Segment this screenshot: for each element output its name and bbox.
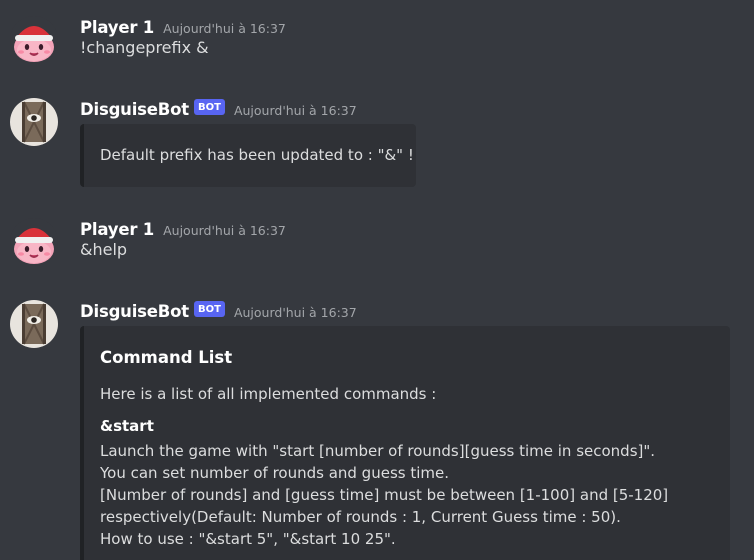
embed-field-line: How to use : "&start 5", "&start 10 25". xyxy=(100,530,396,548)
embed-description: Default prefix has been updated to : "&"… xyxy=(100,146,414,164)
embed-field-line: Launch the game with "start [number of r… xyxy=(100,442,656,460)
message-content: &help xyxy=(80,240,128,259)
username[interactable]: DisguiseBot xyxy=(80,100,189,119)
bot-avatar-icon[interactable] xyxy=(10,98,58,146)
message-header: DisguiseBot BOT Aujourd'hui à 16:37 xyxy=(80,300,357,322)
username[interactable]: Player 1 xyxy=(80,220,154,239)
timestamp: Aujourd'hui à 16:37 xyxy=(233,304,357,320)
message-header: DisguiseBot BOT Aujourd'hui à 16:37 xyxy=(80,98,357,120)
bot-avatar-icon[interactable] xyxy=(10,300,58,348)
embed-field-line: respectively(Default: Number of rounds :… xyxy=(100,508,621,526)
embed-title: Command List xyxy=(100,348,233,367)
embed-field-name: &start xyxy=(100,417,154,435)
timestamp: Aujourd'hui à 16:37 xyxy=(233,102,357,118)
embed-field-line: You can set number of rounds and guess t… xyxy=(100,464,449,482)
timestamp: Aujourd'hui à 16:37 xyxy=(163,222,286,238)
username[interactable]: DisguiseBot xyxy=(80,302,189,321)
bot-embed: Default prefix has been updated to : "&"… xyxy=(80,124,416,187)
timestamp: Aujourd'hui à 16:37 xyxy=(163,20,286,36)
bot-badge: BOT xyxy=(194,301,225,317)
embed-description: Here is a list of all implemented comman… xyxy=(100,385,437,403)
message-content: !changeprefix & xyxy=(80,38,209,57)
message-header: Player 1 Aujourd'hui à 16:37 xyxy=(80,218,286,240)
username[interactable]: Player 1 xyxy=(80,18,154,37)
player-avatar-icon[interactable] xyxy=(10,218,58,266)
player-avatar-icon[interactable] xyxy=(10,16,58,64)
bot-badge: BOT xyxy=(194,99,225,115)
message-header: Player 1 Aujourd'hui à 16:37 xyxy=(80,16,286,38)
help-embed: Command List Here is a list of all imple… xyxy=(80,326,730,560)
chat-messages: Player 1 Aujourd'hui à 16:37 !changepref… xyxy=(0,0,754,560)
embed-field-line: [Number of rounds] and [guess time] must… xyxy=(100,486,669,504)
